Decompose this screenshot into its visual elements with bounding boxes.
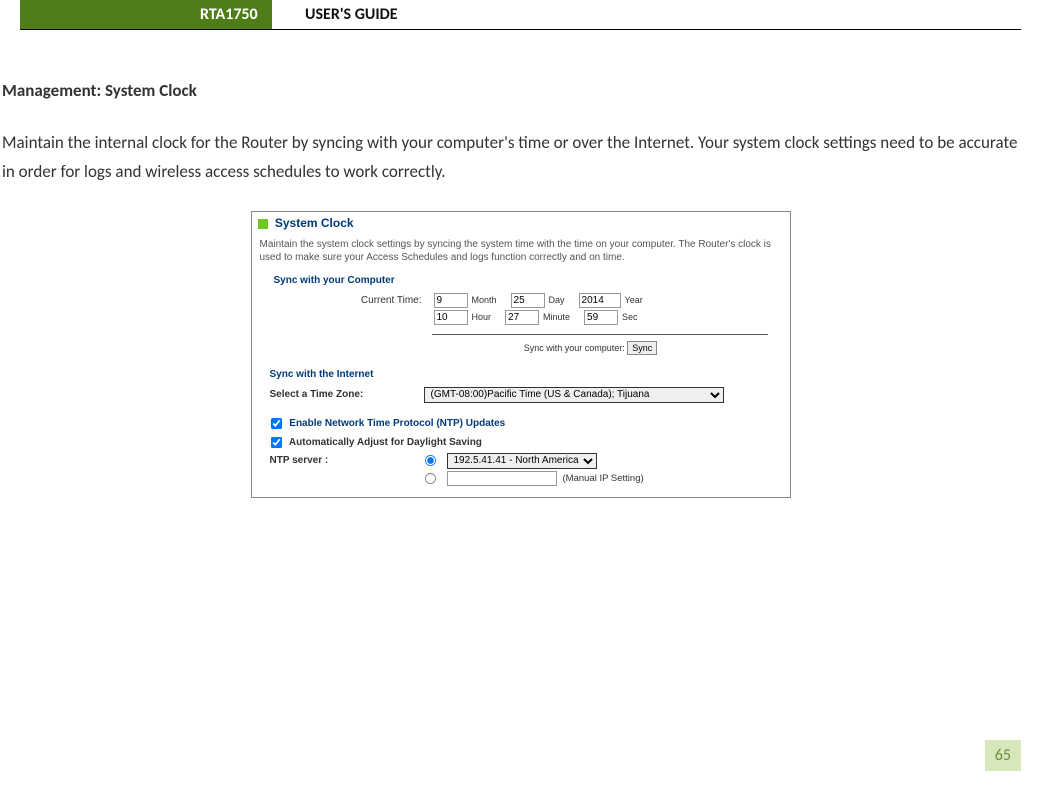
sync-computer-heading: Sync with your Computer <box>252 273 790 292</box>
square-icon <box>258 219 268 229</box>
ntp-manual-group: (Manual IP Setting) <box>424 471 644 486</box>
timezone-select[interactable]: (GMT-08:00)Pacific Time (US & Canada); T… <box>424 387 724 403</box>
page-number: 65 <box>985 740 1021 771</box>
time-fields-row: Hour Minute Sec <box>252 309 790 326</box>
sync-label: Sync with your computer: <box>524 343 625 353</box>
ntp-server-label: NTP server : <box>270 455 424 466</box>
section-heading: Management: System Clock <box>2 80 1041 101</box>
minute-input[interactable] <box>505 310 539 325</box>
minute-label: Minute <box>543 312 570 322</box>
day-input[interactable] <box>511 293 545 308</box>
sync-button[interactable]: Sync <box>627 341 657 355</box>
section-paragraph: Maintain the internal clock for the Rout… <box>2 129 1029 187</box>
dst-row: Automatically Adjust for Daylight Saving <box>252 433 790 452</box>
panel-description: Maintain the system clock settings by sy… <box>252 232 790 273</box>
current-time-label: Current Time: <box>274 295 434 306</box>
header-rule <box>20 29 1021 30</box>
month-input[interactable] <box>434 293 468 308</box>
hour-label: Hour <box>472 312 492 322</box>
dst-label: Automatically Adjust for Daylight Saving <box>289 437 482 448</box>
page-header: RTA1750 USER'S GUIDE <box>20 0 1021 30</box>
sec-label: Sec <box>622 312 638 322</box>
sec-input[interactable] <box>584 310 618 325</box>
doc-title: USER'S GUIDE <box>20 0 398 30</box>
date-fields: Month Day Year <box>434 293 790 308</box>
system-clock-panel: System Clock Maintain the system clock s… <box>251 211 791 498</box>
ntp-enable-row: Enable Network Time Protocol (NTP) Updat… <box>252 414 790 433</box>
ntp-enable-label: Enable Network Time Protocol (NTP) Updat… <box>289 418 505 429</box>
manual-label: (Manual IP Setting) <box>563 473 644 484</box>
tz-label: Select a Time Zone: <box>270 389 424 400</box>
month-label: Month <box>472 295 497 305</box>
hour-input[interactable] <box>434 310 468 325</box>
ntp-manual-radio[interactable] <box>424 473 435 484</box>
dst-checkbox[interactable] <box>270 437 281 448</box>
year-label: Year <box>625 295 643 305</box>
ntp-server-row: NTP server : 192.5.41.41 - North America <box>252 452 790 470</box>
ntp-preset-select[interactable]: 192.5.41.41 - North America <box>447 453 597 469</box>
time-fields: Hour Minute Sec <box>434 310 790 325</box>
day-label: Day <box>549 295 565 305</box>
ntp-manual-row: (Manual IP Setting) <box>252 470 790 487</box>
ntp-manual-input[interactable] <box>447 471 557 486</box>
panel-title-text: System Clock <box>275 216 354 230</box>
ntp-preset-group: 192.5.41.41 - North America <box>424 453 597 469</box>
current-time-row: Current Time: Month Day Year <box>252 292 790 309</box>
sync-row: Sync with your computer: Sync <box>252 339 790 367</box>
separator <box>432 334 768 335</box>
sync-internet-heading: Sync with the Internet <box>252 367 790 386</box>
ntp-preset-radio[interactable] <box>424 455 435 466</box>
ntp-enable-checkbox[interactable] <box>270 418 281 429</box>
timezone-row: Select a Time Zone: (GMT-08:00)Pacific T… <box>252 386 790 404</box>
panel-title: System Clock <box>252 212 790 232</box>
content: Management: System Clock Maintain the in… <box>0 30 1041 498</box>
year-input[interactable] <box>579 293 621 308</box>
